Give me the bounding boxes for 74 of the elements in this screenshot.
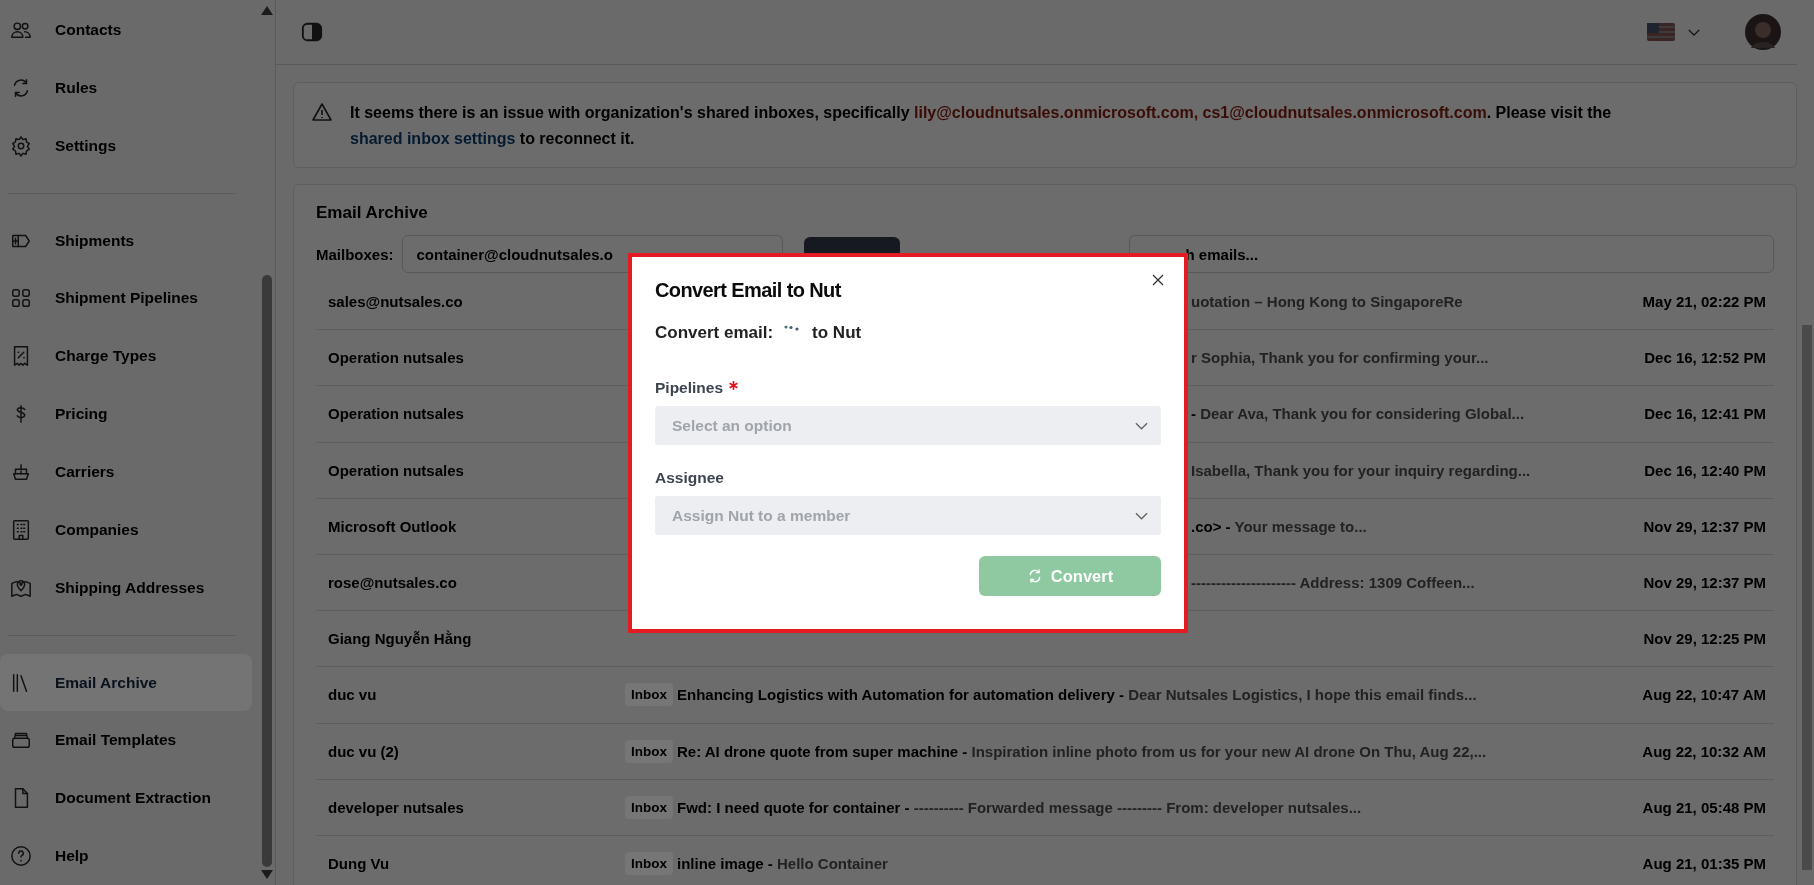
- message-summary: Isabella, Thank you for your inquiry regarding...: [1191, 461, 1531, 479]
- nav-item[interactable]: Shipments: [0, 211, 252, 270]
- prompt-text: to Nut: [812, 323, 862, 343]
- dialog-title: Convert Email to Nut: [655, 279, 843, 302]
- message-summary: inline image - Hello Container: [677, 854, 888, 872]
- prompt-text: Convert email:: [655, 323, 774, 343]
- date-cell: Nov 29, 12:37 PM: [1643, 574, 1766, 592]
- sender-name: Operation nutsales: [328, 461, 465, 479]
- message-summary: .co> - Your message to...: [1191, 517, 1367, 535]
- date-cell: Nov 29, 12:37 PM: [1643, 517, 1766, 535]
- warning-icon: [312, 102, 332, 122]
- nav-item[interactable]: Help: [0, 827, 252, 885]
- sender-name: Operation nutsales: [328, 349, 465, 367]
- sender-name: rose@nutsales.co: [328, 574, 458, 592]
- field-label: Pipelines: [655, 379, 724, 397]
- date-cell: Dec 16, 12:41 PM: [1644, 405, 1766, 423]
- date-cell: Nov 29, 12:25 PM: [1643, 630, 1766, 648]
- sidebar-toggle-icon[interactable]: [301, 21, 323, 43]
- loading-icon: [784, 325, 801, 333]
- folder-tag: Inbox: [625, 739, 673, 763]
- date-cell: Aug 22, 10:32 AM: [1642, 742, 1766, 760]
- field-label: Assignee: [655, 469, 724, 487]
- warning-message: It seems there is an issue with organization's shared inboxes, specifically lily@cloudnutsales.onmicrosoft.com, cs1@cloudnutsales.onmicrosoft.com. Please visit the shared inbox settings to reconnect it.: [350, 103, 1613, 149]
- email-link[interactable]: lily@cloudnutsales.onmicrosoft.com, cs1@cloudnutsales.onmicrosoft.com: [914, 104, 1487, 121]
- sender-name: developer nutsales: [328, 798, 465, 816]
- settings-link[interactable]: shared inbox settings: [350, 130, 516, 147]
- help-icon: [10, 845, 32, 868]
- date-cell: Aug 21, 05:48 PM: [1642, 798, 1766, 816]
- nav-item[interactable]: Email Archive: [0, 653, 252, 712]
- message-summary: - Dear Ava, Thank you for considering Global...: [1191, 405, 1525, 423]
- nav-item[interactable]: Carriers: [0, 443, 252, 501]
- select-field[interactable]: Assign Nut to a member: [655, 496, 1161, 535]
- sender-name: Microsoft Outlook: [328, 517, 458, 535]
- nav-item[interactable]: Pricing: [0, 385, 252, 443]
- nav-item[interactable]: Shipment Pipelines: [0, 269, 252, 328]
- nav-item[interactable]: Email Templates: [0, 711, 252, 770]
- message-summary: --------------------- Address: 1309 Coffeen...: [1191, 574, 1475, 592]
- sender-name: sales@nutsales.co: [328, 293, 464, 311]
- folder-tag: Inbox: [625, 851, 673, 875]
- building-icon: [10, 518, 32, 541]
- sender-name: duc vu: [328, 686, 378, 704]
- sender-name: Operation nutsales: [328, 405, 465, 423]
- panel-title: Email Archive: [316, 203, 429, 223]
- chevron-down-icon[interactable]: [1687, 27, 1701, 37]
- nav-item[interactable]: Document Extraction: [0, 769, 252, 828]
- nav-item[interactable]: Companies: [0, 500, 252, 559]
- nav-item[interactable]: Settings: [0, 116, 252, 175]
- sender-name: Giang Nguyễn Hằng: [328, 630, 473, 648]
- date-cell: May 21, 02:22 PM: [1642, 293, 1766, 311]
- date-cell: Dec 16, 12:52 PM: [1644, 349, 1766, 367]
- chevron-down-icon: [1135, 421, 1148, 430]
- mailboxes-label: Mailboxes:: [316, 245, 394, 263]
- message-summary: Enhancing Logistics with Automation for automation delivery - Dear Nutsales Logistics, I hope this email finds...: [677, 686, 1477, 704]
- chevron-down-icon: [1135, 511, 1148, 520]
- avatar[interactable]: [1745, 14, 1781, 50]
- sender-name: Dung Vu: [328, 854, 391, 872]
- message-summary: Fwd: I need quote for container - ---------- Forwarded message --------- From: developer nutsales...: [677, 798, 1362, 816]
- date-cell: Aug 22, 10:47 AM: [1642, 686, 1766, 704]
- message-summary: Re: AI drone quote from super machine - Inspiration inline photo from us for your new AI drone On Thu, Aug 22,...: [677, 742, 1487, 760]
- date-cell: Dec 16, 12:40 PM: [1644, 461, 1766, 479]
- select-field[interactable]: Select an option: [655, 406, 1161, 445]
- message-summary: uotation – Hong Kong to SingaporeRe: [1191, 293, 1463, 311]
- grid-icon: [10, 287, 32, 310]
- sender-name: duc vu (2): [328, 742, 400, 760]
- required-icon: [729, 380, 739, 390]
- gear-icon: [10, 134, 32, 157]
- folder-tag: Inbox: [625, 683, 673, 707]
- folder-tag: Inbox: [625, 795, 673, 819]
- message-summary: r Sophia, Thank you for confirming your...: [1191, 349, 1489, 367]
- nav-item[interactable]: Charge Types: [0, 327, 252, 386]
- nav-item[interactable]: Rules: [0, 58, 252, 117]
- nav-item[interactable]: Contacts: [0, 1, 252, 59]
- nav-item[interactable]: Shipping Addresses: [0, 558, 252, 617]
- date-cell: Aug 21, 01:35 PM: [1642, 854, 1766, 872]
